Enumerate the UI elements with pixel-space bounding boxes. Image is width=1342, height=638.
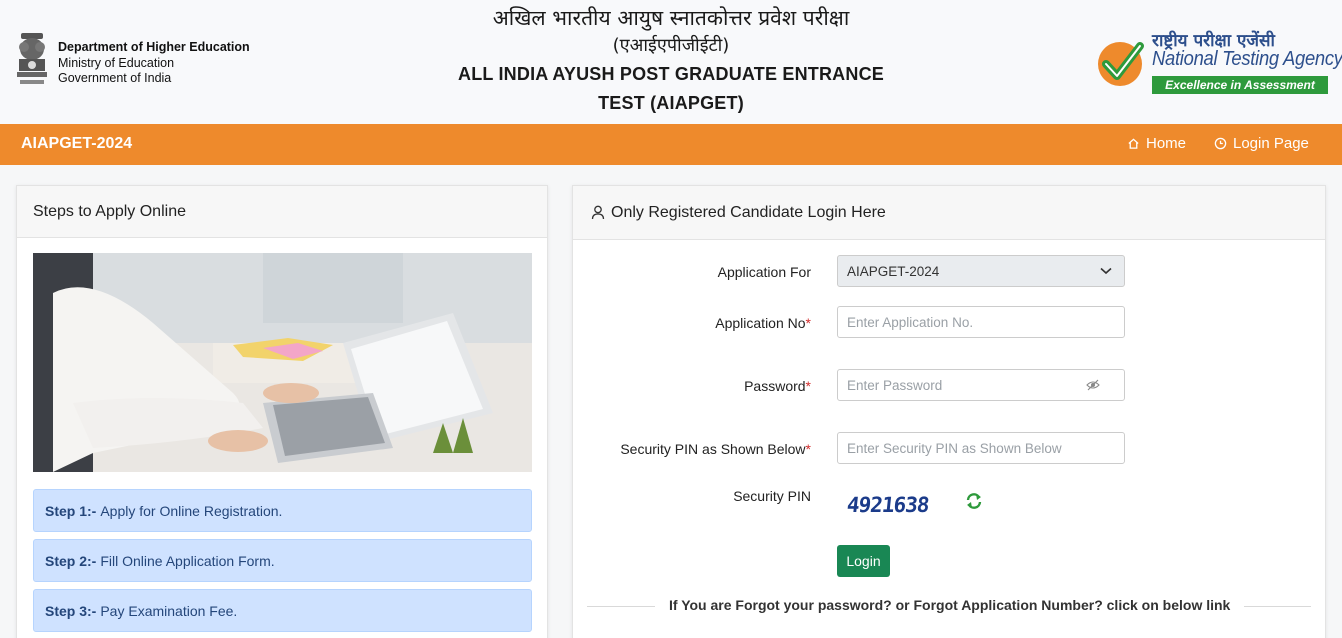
user-icon [591,205,605,220]
dept-line-1: Department of Higher Education [58,40,250,54]
nta-tagline: Excellence in Assessment [1152,76,1328,94]
security-pin-input[interactable]: Enter Security PIN as Shown Below [837,432,1125,464]
step-3-text: Pay Examination Fee. [100,602,238,619]
step-2: Step 2:- Fill Online Application Form. [33,539,532,582]
application-for-value: AIAPGET-2024 [847,263,940,279]
application-no-label-text: Application No [715,315,806,331]
captcha-text: 4921638 [845,493,930,517]
step-2-text: Fill Online Application Form. [100,552,275,569]
step-3: Step 3:- Pay Examination Fee. [33,589,532,632]
refresh-captcha-icon[interactable] [965,492,983,510]
login-button[interactable]: Login [837,545,890,577]
clock-icon [1214,137,1227,150]
password-input[interactable]: Enter Password [837,369,1125,401]
password-label: Password* [744,378,811,394]
security-pin-placeholder: Enter Security PIN as Shown Below [847,440,1062,456]
application-for-label: Application For [717,264,811,280]
nta-logo-block: राष्ट्रीय परीक्षा एजेंसी National Testin… [1096,28,1342,98]
dept-line-3: Government of India [58,71,172,85]
step-2-label: Step 2:- [45,552,97,569]
nav-home-label: Home [1146,135,1187,152]
steps-panel: Steps to Apply Online Step 1:- Apply for… [16,185,548,638]
application-no-input[interactable]: Enter Application No. [837,306,1125,338]
forgot-info-text: If You are Forgot your password? or Forg… [655,597,1245,613]
step-1: Step 1:- Apply for Online Registration. [33,489,532,532]
required-mark: * [805,315,811,331]
title-hindi-1: अखिल भारतीय आयुष स्नातकोत्तर प्रवेश परीक… [492,6,850,30]
site-header: Department of Higher Education Ministry … [0,0,1342,124]
required-mark: * [805,441,811,457]
captcha-image: 4921638 [837,483,957,531]
security-pin-label: Security PIN [733,488,811,504]
required-mark: * [805,378,811,394]
title-english-1: ALL INDIA AYUSH POST GRADUATE ENTRANCE [458,64,884,84]
department-info: Department of Higher Education Ministry … [58,40,250,87]
steps-panel-title: Steps to Apply Online [17,186,547,238]
nav-login-page-label: Login Page [1233,135,1309,152]
exam-title: अखिल भारतीय आयुष स्नातकोत्तर प्रवेश परीक… [420,4,922,118]
password-placeholder: Enter Password [847,377,943,393]
application-no-label: Application No* [715,315,811,331]
chevron-down-icon [1100,267,1112,275]
main-navbar: AIAPGET-2024 Home Login Page [0,124,1342,165]
nav-brand[interactable]: AIAPGET-2024 [21,135,132,153]
security-pin-input-label: Security PIN as Shown Below* [620,441,811,457]
step-1-label: Step 1:- [45,502,97,519]
login-panel-title: Only Registered Candidate Login Here [611,203,886,221]
application-for-select[interactable]: AIAPGET-2024 [837,255,1125,287]
nta-logo-icon [1098,42,1144,86]
laptop-typing-image [33,253,532,472]
national-emblem-icon [17,33,47,84]
step-1-text: Apply for Online Registration. [100,502,283,519]
title-english-2: TEST (AIAPGET) [598,93,744,113]
nav-login-page-link[interactable]: Login Page [1214,135,1309,152]
home-icon [1128,138,1139,149]
password-label-text: Password [744,378,806,394]
dept-line-2: Ministry of Education [58,55,175,70]
title-hindi-2: (एआईएपीजीईटी) [612,35,730,56]
login-panel-header: Only Registered Candidate Login Here [573,186,1325,240]
nta-english-name: National Testing Agency [1152,48,1342,70]
step-3-label: Step 3:- [45,602,97,619]
application-no-placeholder: Enter Application No. [847,314,974,330]
login-panel: Only Registered Candidate Login Here App… [572,185,1326,638]
security-pin-input-label-text: Security PIN as Shown Below [620,441,806,457]
eye-slash-icon[interactable] [1086,379,1100,391]
nav-home-link[interactable]: Home [1127,135,1186,152]
